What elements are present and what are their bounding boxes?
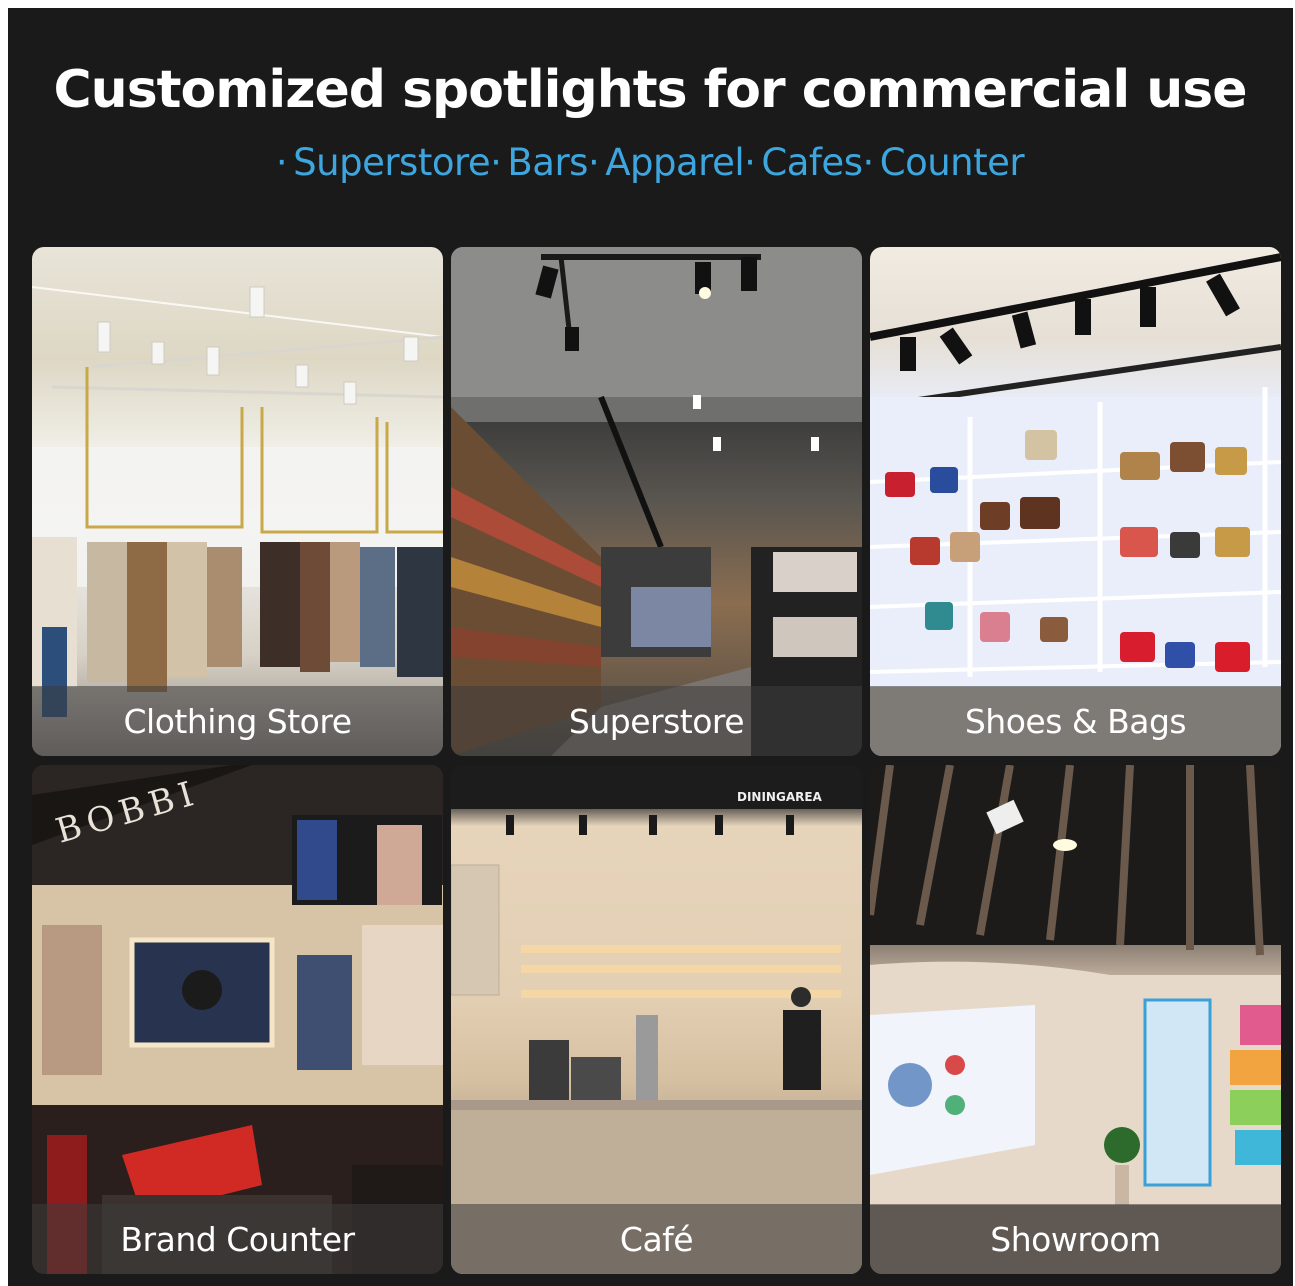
subtitle-separator: · (490, 141, 502, 184)
banner-subtitle: · Superstore· Bars· Apparel· Cafes· Counter (0, 138, 1295, 188)
tile-caption: Superstore (568, 702, 745, 741)
subtitle-separator: · (275, 141, 288, 184)
tile-cafe: DININGAREA Café (451, 765, 862, 1274)
clothing-store-photo (32, 247, 443, 756)
sign-dining-area: DININGAREA (737, 790, 823, 804)
tile-showroom: Showroom (870, 765, 1281, 1274)
tile-shoes-bags: Shoes & Bags (870, 247, 1281, 756)
cafe-photo: DININGAREA (451, 765, 862, 1274)
tile-superstore: Superstore (451, 247, 862, 756)
subtitle-separator: · (587, 141, 600, 184)
tile-brand-counter: BOBBI Brand Counter (32, 765, 443, 1274)
subtitle-separator: · (862, 141, 874, 184)
shoes-bags-photo (870, 247, 1281, 756)
tile-caption: Café (619, 1220, 694, 1259)
subtitle-item-apparel: Apparel (605, 141, 745, 184)
tile-caption: Showroom (990, 1220, 1161, 1259)
subtitle-item-counter: Counter (879, 141, 1025, 184)
application-grid: Clothing Store Superstore Shoes & Bags B… (32, 247, 1281, 1274)
tile-caption: Shoes & Bags (964, 702, 1187, 741)
subtitle-item-superstore: Superstore (293, 141, 491, 184)
banner-title: Customized spotlights for commercial use (53, 60, 1248, 120)
showroom-photo (870, 765, 1281, 1274)
tile-clothing-store: Clothing Store (32, 247, 443, 756)
subtitle-separator: · (744, 141, 756, 184)
tile-caption: Clothing Store (123, 702, 353, 741)
brand-counter-photo: BOBBI (32, 765, 443, 1274)
subtitle-item-cafes: Cafes (761, 141, 863, 184)
subtitle-item-bars: Bars (507, 141, 588, 184)
superstore-photo (451, 247, 862, 756)
tile-caption: Brand Counter (120, 1220, 355, 1259)
